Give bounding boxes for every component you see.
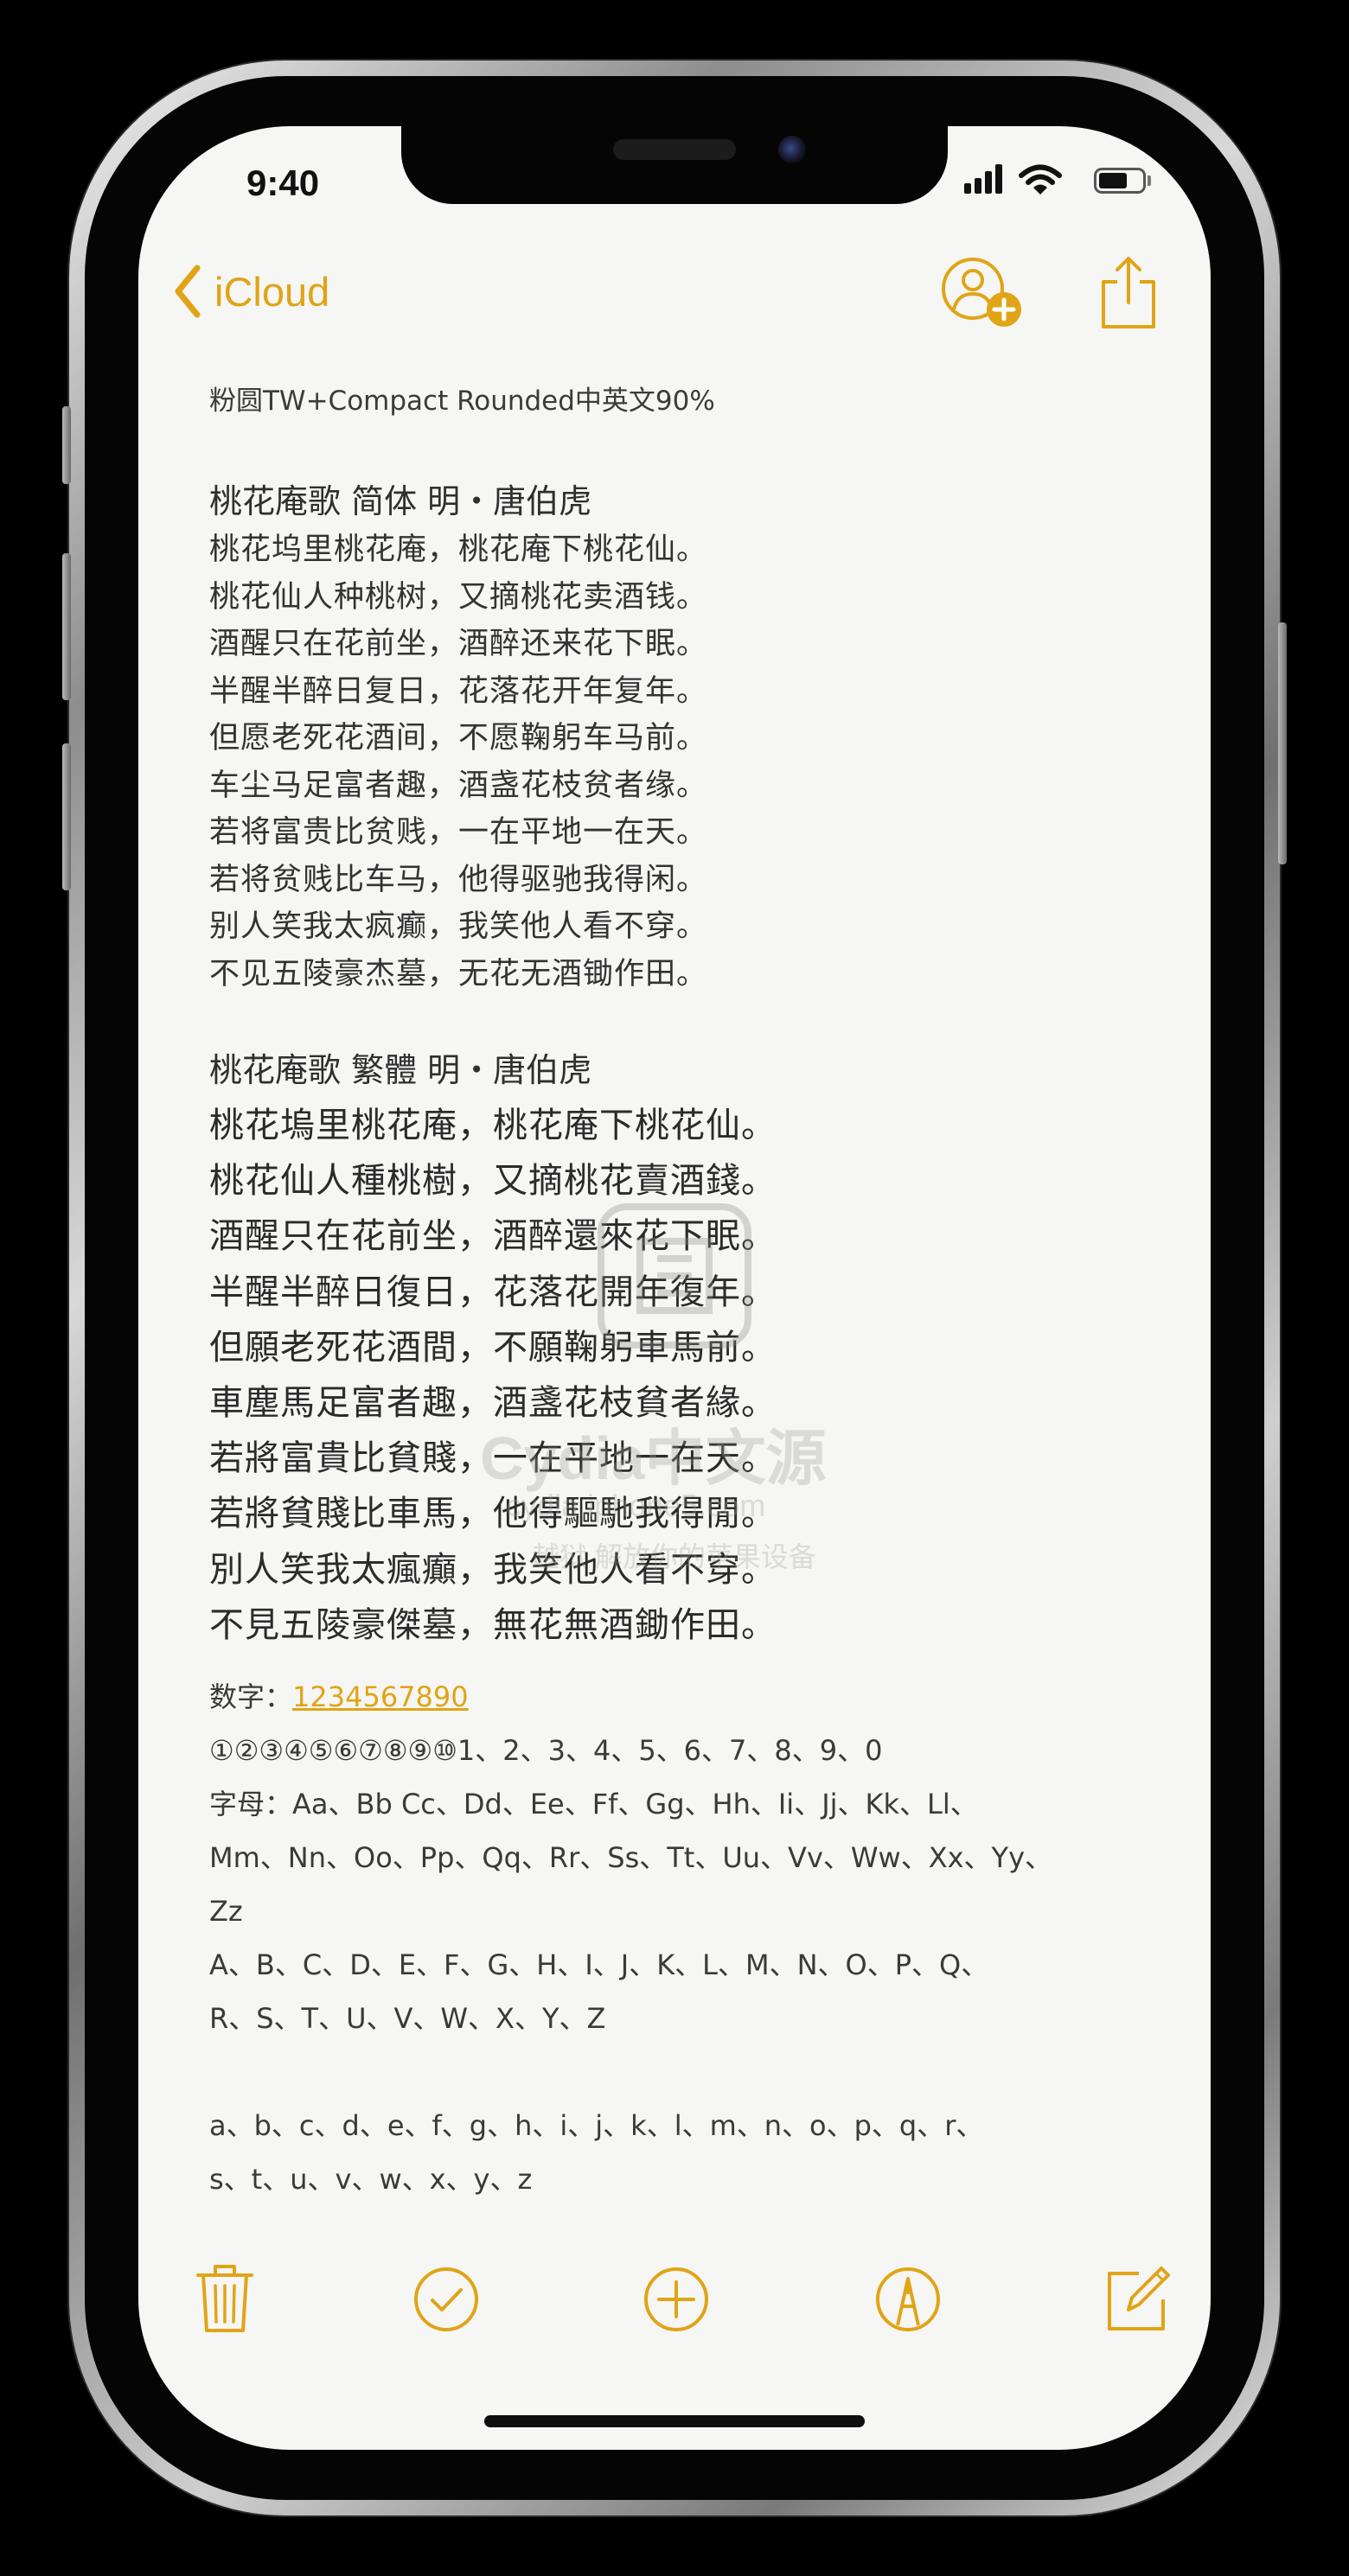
simplified-poem-line: 但愿老死花酒间，不愿鞠躬车马前。 [209, 721, 708, 756]
uppercase-letters-line: R、S、T、U、V、W、X、Y、Z [209, 2001, 606, 2035]
simplified-poem-line: 不见五陵豪杰墓，无花无酒锄作田。 [209, 956, 708, 992]
checklist-icon[interactable] [412, 2265, 481, 2334]
traditional-poem-line: 酒醒只在花前坐，酒醉還來花下眠。 [209, 1216, 777, 1257]
earpiece-speaker [613, 139, 736, 160]
add-person-icon[interactable] [938, 256, 1025, 328]
simplified-poem-line: 别人笑我太疯癫，我笑他人看不穿。 [209, 909, 708, 944]
traditional-poem-line: 若將富貴比貧賤，一在平地一在天。 [209, 1438, 777, 1479]
chevron-left-icon [175, 265, 201, 318]
trash-icon[interactable] [195, 2261, 255, 2336]
notes-screen: 9:40 iCloud 粉圆TW+Compact Rounded中英文90% 桃… [138, 126, 1211, 2450]
traditional-poem-line: 但願老死花酒間，不願鞠躬車馬前。 [209, 1327, 777, 1368]
traditional-poem-line: 桃花塢里桃花庵，桃花庵下桃花仙。 [209, 1106, 777, 1145]
status-time: 9:40 [246, 163, 320, 203]
letters-line: 字母：Aa、Bb Cc、Dd、Ee、Ff、Gg、Hh、Ii、Jj、Kk、Ll、 [209, 1787, 978, 1820]
back-button-label: iCloud [214, 268, 330, 315]
status-icons [964, 164, 1154, 207]
power-button [1278, 622, 1287, 864]
traditional-poem-title: 桃花庵歌 繁體 明・唐伯虎 [209, 1051, 592, 1089]
traditional-poem-line: 半醒半醉日復日，花落花開年復年。 [209, 1272, 777, 1312]
simplified-poem: 桃花坞里桃花庵，桃花庵下桃花仙。 桃花仙人种桃树，又摘桃花卖酒钱。 酒醒只在花前… [209, 526, 1160, 998]
traditional-poem-line: 別人笑我太瘋癲，我笑他人看不穿。 [209, 1549, 777, 1590]
note-body[interactable]: 粉圆TW+Compact Rounded中英文90% 桃花庵歌 简体 明・唐伯虎… [209, 377, 1160, 2206]
lowercase-letters-line: a、b、c、d、e、f、g、h、i、j、k、l、m、n、o、p、q、r、 [209, 2108, 984, 2142]
uppercase-letters-line: A、B、C、D、E、F、G、H、I、J、K、L、M、N、O、P、Q、 [209, 1948, 989, 1981]
simplified-poem-line: 桃花仙人种桃树，又摘桃花卖酒钱。 [209, 579, 708, 615]
traditional-poem-line: 若將貧賤比車馬，他得驅馳我得閒。 [209, 1494, 777, 1534]
digits-label: 数字： [209, 1680, 293, 1713]
simplified-poem-title: 桃花庵歌 简体 明・唐伯虎 [209, 482, 592, 520]
note-header-line: 粉圆TW+Compact Rounded中英文90% [209, 386, 715, 417]
wifi-icon [1019, 164, 1062, 194]
traditional-poem-line: 不見五陵豪傑墓，無花無酒鋤作田。 [209, 1604, 777, 1645]
battery-icon [1094, 168, 1146, 194]
mute-switch [62, 406, 71, 484]
simplified-poem-line: 半醒半醉日复日，花落花开年复年。 [209, 673, 708, 709]
front-camera [778, 136, 806, 163]
traditional-poem-line: 桃花仙人種桃樹，又摘桃花賣酒錢。 [209, 1161, 777, 1202]
digits-line: 数字：1234567890 [209, 1670, 1160, 1724]
share-icon[interactable] [1098, 254, 1159, 332]
digits-phone-link[interactable]: 1234567890 [292, 1680, 469, 1713]
lowercase-letters-line: s、t、u、v、w、x、y、z [209, 2162, 533, 2196]
home-indicator[interactable] [484, 2415, 865, 2427]
back-button[interactable]: iCloud [173, 265, 329, 318]
letters-line: Zz [209, 1894, 243, 1928]
simplified-poem-line: 若将富贵比贫贱，一在平地一在天。 [209, 815, 708, 850]
simplified-poem-line: 车尘马足富者趣，酒盏花枝贫者缘。 [209, 768, 708, 803]
letters-line: Mm、Nn、Oo、Pp、Qq、Rr、Ss、Tt、Uu、Vv、Ww、Xx、Yy、 [209, 1840, 1053, 1874]
cellular-signal-icon [964, 164, 1007, 195]
simplified-poem-line: 酒醒只在花前坐，酒醉还来花下眠。 [209, 627, 708, 661]
compose-icon[interactable] [1103, 2261, 1172, 2336]
markup-icon[interactable] [873, 2265, 943, 2334]
traditional-poem-line: 車塵馬足富者趣，酒盞花枝貧者緣。 [209, 1382, 777, 1423]
volume-up-button [62, 553, 71, 700]
circled-numbers-line: ①②③④⑤⑥⑦⑧⑨⑩1、2、3、4、5、6、7、8、9、0 [209, 1733, 883, 1767]
add-icon[interactable] [642, 2265, 711, 2334]
traditional-poem: 桃花塢里桃花庵，桃花庵下桃花仙。 桃花仙人種桃樹，又摘桃花賣酒錢。 酒醒只在花前… [209, 1098, 1160, 1653]
volume-down-button [62, 743, 71, 890]
device-stage: 9:40 iCloud 粉圆TW+Compact Rounded中英文90% 桃… [0, 0, 1349, 2576]
notch [401, 126, 948, 204]
simplified-poem-line: 桃花坞里桃花庵，桃花庵下桃花仙。 [209, 532, 708, 567]
simplified-poem-line: 若将贫贱比车马，他得驱驰我得闲。 [209, 862, 708, 897]
